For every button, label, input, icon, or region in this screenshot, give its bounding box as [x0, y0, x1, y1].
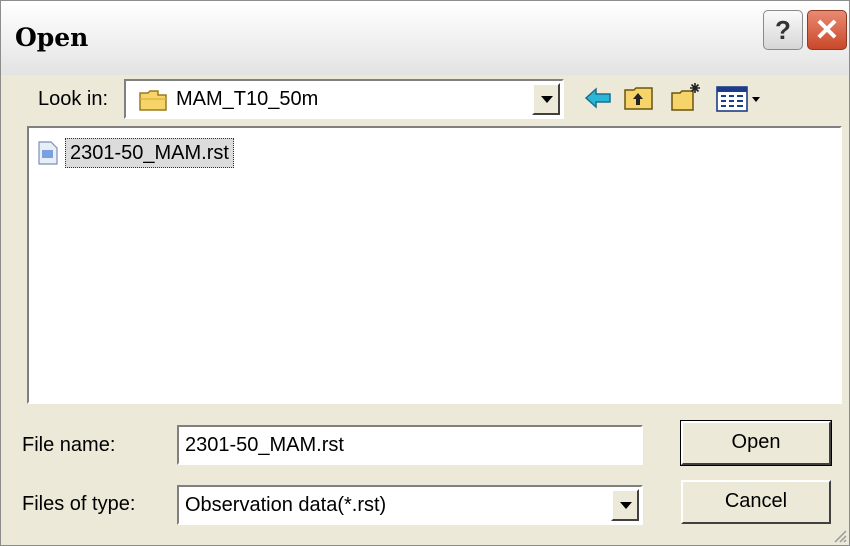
cancel-button[interactable]: Cancel — [681, 480, 831, 524]
file-type-value: Observation data(*.rst) — [185, 494, 387, 516]
title-bar[interactable]: Open ? ✕ — [1, 1, 849, 75]
resize-grip-icon[interactable] — [831, 527, 847, 543]
dialog-title: Open — [15, 23, 89, 52]
close-icon: ✕ — [814, 14, 840, 47]
view-menu-icon[interactable] — [714, 81, 764, 115]
open-dialog: Open ? ✕ Look in: MAM_T10_50m 2301-50_MA… — [0, 0, 850, 546]
new-folder-icon[interactable] — [669, 81, 703, 115]
file-name-value: 2301-50_MAM.rst — [185, 434, 344, 456]
chevron-down-icon — [541, 96, 553, 103]
look-in-label: Look in: — [38, 88, 109, 110]
chevron-down-icon — [620, 502, 632, 509]
look-in-value: MAM_T10_50m — [176, 88, 319, 110]
file-type-label: Files of type: — [22, 493, 136, 515]
file-icon — [38, 141, 58, 165]
file-name-label: 2301-50_MAM.rst — [65, 138, 234, 168]
back-icon[interactable] — [582, 81, 616, 115]
look-in-dropdown-button[interactable] — [532, 83, 560, 115]
close-button[interactable]: ✕ — [807, 10, 847, 50]
help-button[interactable]: ? — [763, 10, 803, 50]
file-name-input[interactable]: 2301-50_MAM.rst — [177, 425, 643, 465]
look-in-combobox[interactable]: MAM_T10_50m — [124, 79, 564, 119]
file-type-combobox[interactable]: Observation data(*.rst) — [177, 485, 643, 525]
open-button[interactable]: Open — [680, 420, 832, 466]
file-list[interactable]: 2301-50_MAM.rst — [27, 126, 842, 404]
folder-icon — [139, 90, 167, 111]
help-icon: ? — [775, 15, 791, 45]
up-folder-icon[interactable] — [622, 81, 656, 115]
file-type-dropdown-button[interactable] — [611, 489, 639, 521]
file-name-label-text: File name: — [22, 434, 116, 456]
